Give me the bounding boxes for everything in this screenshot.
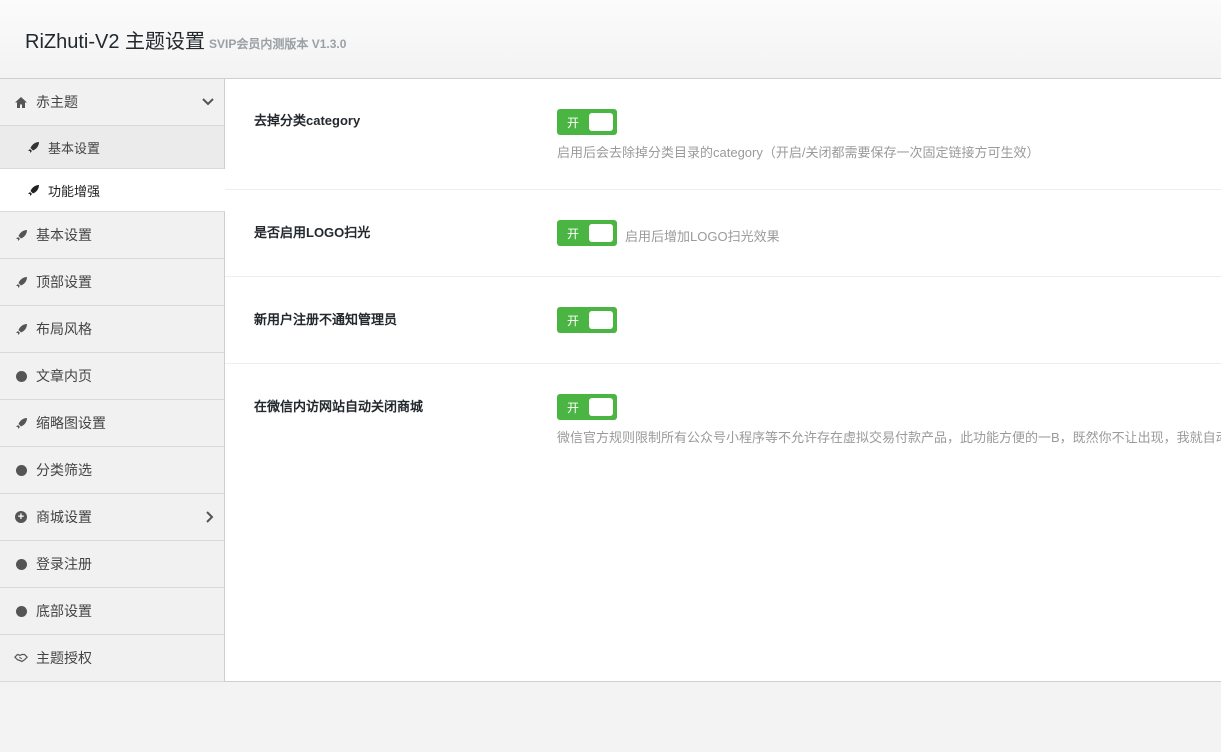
toggle-knob xyxy=(589,113,613,131)
sidebar-item-footer[interactable]: 底部设置 xyxy=(0,588,224,635)
handshake-icon xyxy=(14,651,28,665)
sidebar-item-layout[interactable]: 布局风格 xyxy=(0,306,224,353)
setting-label: 去掉分类category xyxy=(254,113,361,128)
toggle-on-label: 开 xyxy=(567,227,580,241)
page-title: RiZhuti-V2 主题设置 SVIP会员内测版本 V1.3.0 xyxy=(25,25,346,54)
sidebar-subitem-enhance[interactable]: 功能增强 xyxy=(0,169,225,212)
home-icon xyxy=(14,95,28,109)
rocket-icon xyxy=(14,416,28,430)
toggle-switch[interactable]: 开 xyxy=(557,394,617,420)
sidebar-item-label: 顶部设置 xyxy=(36,274,92,290)
sidebar-item-header[interactable]: 顶部设置 xyxy=(0,259,224,306)
sidebar-group-label: 赤主题 xyxy=(36,94,78,110)
sidebar-item-login[interactable]: 登录注册 xyxy=(0,541,224,588)
setting-row: 去掉分类category 开 启用后会去除掉分类目录的category（开启/关… xyxy=(225,79,1221,190)
sidebar-item-label: 商城设置 xyxy=(36,509,92,525)
toggle-switch[interactable]: 开 xyxy=(557,109,617,135)
sidebar-item-license[interactable]: 主题授权 xyxy=(0,635,224,682)
setting-row: 新用户注册不通知管理员 开 xyxy=(225,277,1221,364)
toggle-knob xyxy=(589,398,613,416)
sidebar-item-label: 缩略图设置 xyxy=(36,415,106,431)
circle-icon xyxy=(14,557,28,571)
sidebar-item-label: 布局风格 xyxy=(36,321,92,337)
setting-description: 启用后会去除掉分类目录的category（开启/关闭都需要保存一次固定链接方可生… xyxy=(557,145,1040,160)
setting-description: 微信官方规则限制所有公众号小程序等不允许存在虚拟交易付款产品，此功能方便的一B，… xyxy=(557,430,1221,445)
page-header: RiZhuti-V2 主题设置 SVIP会员内测版本 V1.3.0 xyxy=(0,0,1221,79)
sidebar-item-label: 文章内页 xyxy=(36,368,92,384)
sidebar-item-filter[interactable]: 分类筛选 xyxy=(0,447,224,494)
toggle-on-label: 开 xyxy=(567,314,580,328)
sidebar-item-thumbnail[interactable]: 缩略图设置 xyxy=(0,400,224,447)
toggle-on-label: 开 xyxy=(567,401,580,415)
rocket-icon xyxy=(14,275,28,289)
rocket-icon xyxy=(14,322,28,336)
toggle-switch[interactable]: 开 xyxy=(557,220,617,246)
sidebar-subitem-basic[interactable]: 基本设置 xyxy=(0,126,224,169)
setting-row: 是否启用LOGO扫光 开 启用后增加LOGO扫光效果 xyxy=(225,190,1221,277)
setting-row: 在微信内访网站自动关闭商城 开 微信官方规则限制所有公众号小程序等不允许存在虚拟… xyxy=(225,364,1221,474)
sidebar-group-chizhuti[interactable]: 赤主题 xyxy=(0,79,224,126)
sidebar-item-label: 主题授权 xyxy=(36,650,92,666)
circle-icon xyxy=(14,369,28,383)
chevron-down-icon[interactable] xyxy=(202,98,214,106)
rocket-icon xyxy=(26,183,40,197)
sidebar: 赤主题 基本设置 功能增强 基本设置 顶部设置 布局风格 文章内页 缩略图设置 xyxy=(0,79,225,682)
setting-label: 新用户注册不通知管理员 xyxy=(254,312,398,327)
toggle-switch[interactable]: 开 xyxy=(557,307,617,333)
toggle-knob xyxy=(589,311,613,329)
page-title-text: RiZhuti-V2 主题设置 xyxy=(25,31,206,53)
sidebar-subitem-label: 基本设置 xyxy=(48,140,101,156)
setting-label: 是否启用LOGO扫光 xyxy=(254,225,371,240)
circle-icon xyxy=(14,463,28,477)
toggle-knob xyxy=(589,224,613,242)
plus-circle-icon: + xyxy=(14,510,28,524)
sidebar-item-article[interactable]: 文章内页 xyxy=(0,353,224,400)
setting-label: 在微信内访网站自动关闭商城 xyxy=(254,399,424,414)
toggle-on-label: 开 xyxy=(567,116,580,130)
setting-description: 启用后增加LOGO扫光效果 xyxy=(625,229,780,244)
rocket-icon xyxy=(14,228,28,242)
version-label: SVIP会员内测版本 V1.3.0 xyxy=(209,37,347,51)
sidebar-item-label: 基本设置 xyxy=(36,227,92,243)
sidebar-subitem-label: 功能增强 xyxy=(48,183,101,199)
sidebar-item-basic[interactable]: 基本设置 xyxy=(0,212,224,259)
settings-panel: 去掉分类category 开 启用后会去除掉分类目录的category（开启/关… xyxy=(225,79,1221,682)
sidebar-item-shop[interactable]: + 商城设置 xyxy=(0,494,224,541)
circle-icon xyxy=(14,604,28,618)
sidebar-item-label: 分类筛选 xyxy=(36,462,92,478)
sidebar-item-label: 登录注册 xyxy=(36,556,92,572)
rocket-icon xyxy=(26,140,40,154)
sidebar-item-label: 底部设置 xyxy=(36,603,92,619)
chevron-right-icon[interactable] xyxy=(206,511,214,523)
